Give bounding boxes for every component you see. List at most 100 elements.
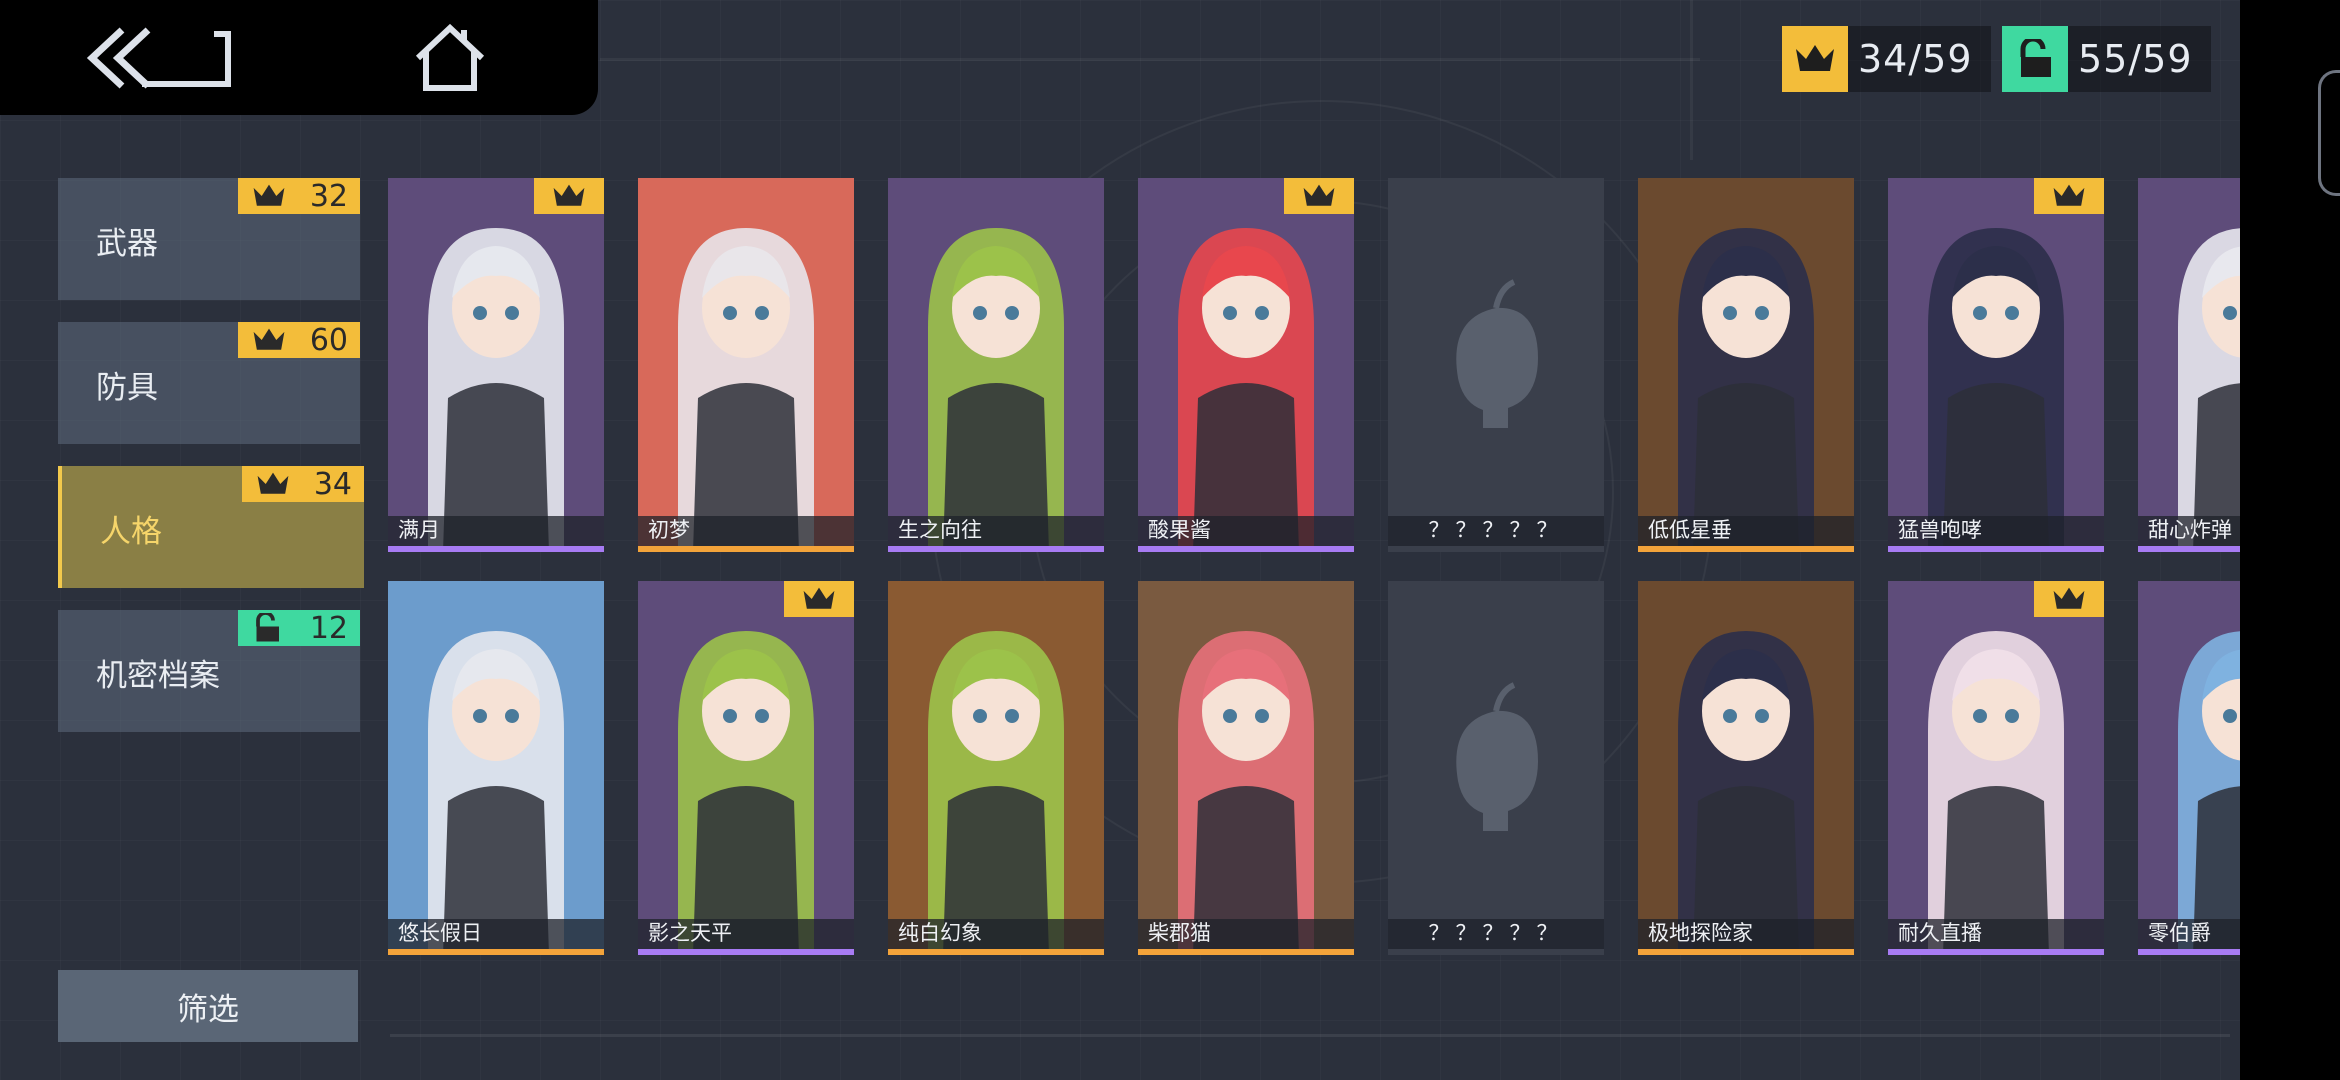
- crown-icon: [253, 328, 285, 350]
- card-name: 悠长假日: [398, 921, 482, 945]
- locked-character-card[interactable]: ？？？？？: [1388, 178, 1604, 552]
- card-name: 耐久直播: [1898, 921, 1982, 945]
- character-portrait: [388, 178, 604, 552]
- rarity-underline: [388, 949, 604, 955]
- character-card[interactable]: 零伯爵: [2138, 581, 2240, 955]
- unlock-icon: [2002, 26, 2068, 92]
- rarity-underline: [888, 949, 1104, 955]
- card-name: 纯白幻象: [898, 921, 982, 945]
- character-card[interactable]: 猛兽咆哮: [1888, 178, 2104, 552]
- badge-value: 12: [309, 610, 348, 646]
- character-portrait: [1138, 581, 1354, 955]
- crown-icon: [2053, 587, 2085, 609]
- category-label: 防具: [96, 370, 158, 406]
- character-portrait: [638, 581, 854, 955]
- crown-badge: [2034, 581, 2104, 617]
- rarity-underline: [2138, 949, 2240, 955]
- locked-silhouette-icon: [1388, 581, 1604, 955]
- badge-value: 32: [309, 178, 348, 214]
- character-card[interactable]: 柴郡猫: [1138, 581, 1354, 955]
- rarity-underline: [1888, 546, 2104, 552]
- badge-value: 34: [313, 466, 352, 502]
- locked-silhouette-icon: [1388, 178, 1604, 552]
- rarity-underline: [1388, 949, 1604, 955]
- category-classified-files[interactable]: 机密档案 12: [58, 610, 360, 732]
- category-weapons[interactable]: 武器 32: [58, 178, 360, 300]
- character-portrait: [2138, 581, 2240, 955]
- character-portrait: [888, 581, 1104, 955]
- locked-character-card[interactable]: ？？？？？: [1388, 581, 1604, 955]
- character-card[interactable]: 酸果酱: [1138, 178, 1354, 552]
- character-card[interactable]: 悠长假日: [388, 581, 604, 955]
- character-card[interactable]: 影之天平: [638, 581, 854, 955]
- category-badge: 34: [242, 466, 364, 502]
- character-card[interactable]: 满月: [388, 178, 604, 552]
- rarity-underline: [388, 546, 604, 552]
- category-personality[interactable]: 人格 34: [58, 466, 364, 588]
- crown-icon: [1782, 26, 1848, 92]
- crown-icon: [257, 472, 289, 494]
- card-name: 生之向往: [898, 518, 982, 542]
- rarity-underline: [638, 949, 854, 955]
- character-card[interactable]: 甜心炸弹: [2138, 178, 2240, 552]
- card-name: 极地探险家: [1648, 921, 1753, 945]
- character-card[interactable]: 耐久直播: [1888, 581, 2104, 955]
- category-armor[interactable]: 防具 60: [58, 322, 360, 444]
- crown-icon: [1303, 184, 1335, 206]
- character-card[interactable]: 初梦: [638, 178, 854, 552]
- character-portrait: [1138, 178, 1354, 552]
- crown-icon: [803, 587, 835, 609]
- rarity-underline: [1888, 949, 2104, 955]
- category-badge: 60: [238, 322, 360, 358]
- rarity-underline: [1138, 949, 1354, 955]
- card-name: 酸果酱: [1148, 518, 1211, 542]
- crown-counter: 34/59: [1782, 26, 1991, 92]
- character-card[interactable]: 低低星垂: [1638, 178, 1854, 552]
- character-portrait: [888, 178, 1104, 552]
- background-line: [600, 58, 1700, 61]
- home-icon[interactable]: [412, 22, 488, 94]
- crown-badge: [1284, 178, 1354, 214]
- category-label: 人格: [100, 514, 162, 550]
- codex-screen: 34/59 55/59 武器 32 防具 60 人格 34 机密档案 12 筛选…: [0, 0, 2240, 1080]
- rarity-underline: [638, 546, 854, 552]
- crown-icon: [2053, 184, 2085, 206]
- character-portrait: [388, 581, 604, 955]
- rarity-underline: [888, 546, 1104, 552]
- character-portrait: [638, 178, 854, 552]
- card-name: 甜心炸弹: [2148, 518, 2232, 542]
- filter-button[interactable]: 筛选: [58, 970, 358, 1042]
- background-line: [1690, 0, 1693, 160]
- crown-badge: [784, 581, 854, 617]
- rarity-underline: [1638, 546, 1854, 552]
- card-name: 猛兽咆哮: [1898, 518, 1982, 542]
- crown-icon: [553, 184, 585, 206]
- crown-badge: [534, 178, 604, 214]
- card-name: 满月: [398, 518, 440, 542]
- crown-count: 34/59: [1858, 37, 1973, 81]
- character-card[interactable]: 纯白幻象: [888, 581, 1104, 955]
- character-portrait: [1638, 178, 1854, 552]
- badge-value: 60: [309, 322, 348, 358]
- rarity-underline: [2138, 546, 2240, 552]
- category-badge: 12: [238, 610, 360, 646]
- card-name: 低低星垂: [1648, 518, 1732, 542]
- edge-bracket: [2318, 70, 2340, 196]
- rarity-underline: [1388, 546, 1604, 552]
- character-portrait: [1888, 178, 2104, 552]
- back-icon[interactable]: [82, 24, 242, 92]
- card-name: 柴郡猫: [1148, 921, 1211, 945]
- card-name: ？？？？？: [1428, 921, 1564, 945]
- category-label: 武器: [96, 226, 158, 262]
- card-name: ？？？？？: [1428, 518, 1564, 542]
- card-name: 初梦: [648, 518, 690, 542]
- character-card[interactable]: 生之向往: [888, 178, 1104, 552]
- unlock-counter: 55/59: [2002, 26, 2211, 92]
- character-portrait: [1888, 581, 2104, 955]
- rarity-underline: [1638, 949, 1854, 955]
- character-portrait: [2138, 178, 2240, 552]
- character-card[interactable]: 极地探险家: [1638, 581, 1854, 955]
- rarity-underline: [1138, 546, 1354, 552]
- unlock-icon: [256, 613, 279, 642]
- card-name: 零伯爵: [2148, 921, 2211, 945]
